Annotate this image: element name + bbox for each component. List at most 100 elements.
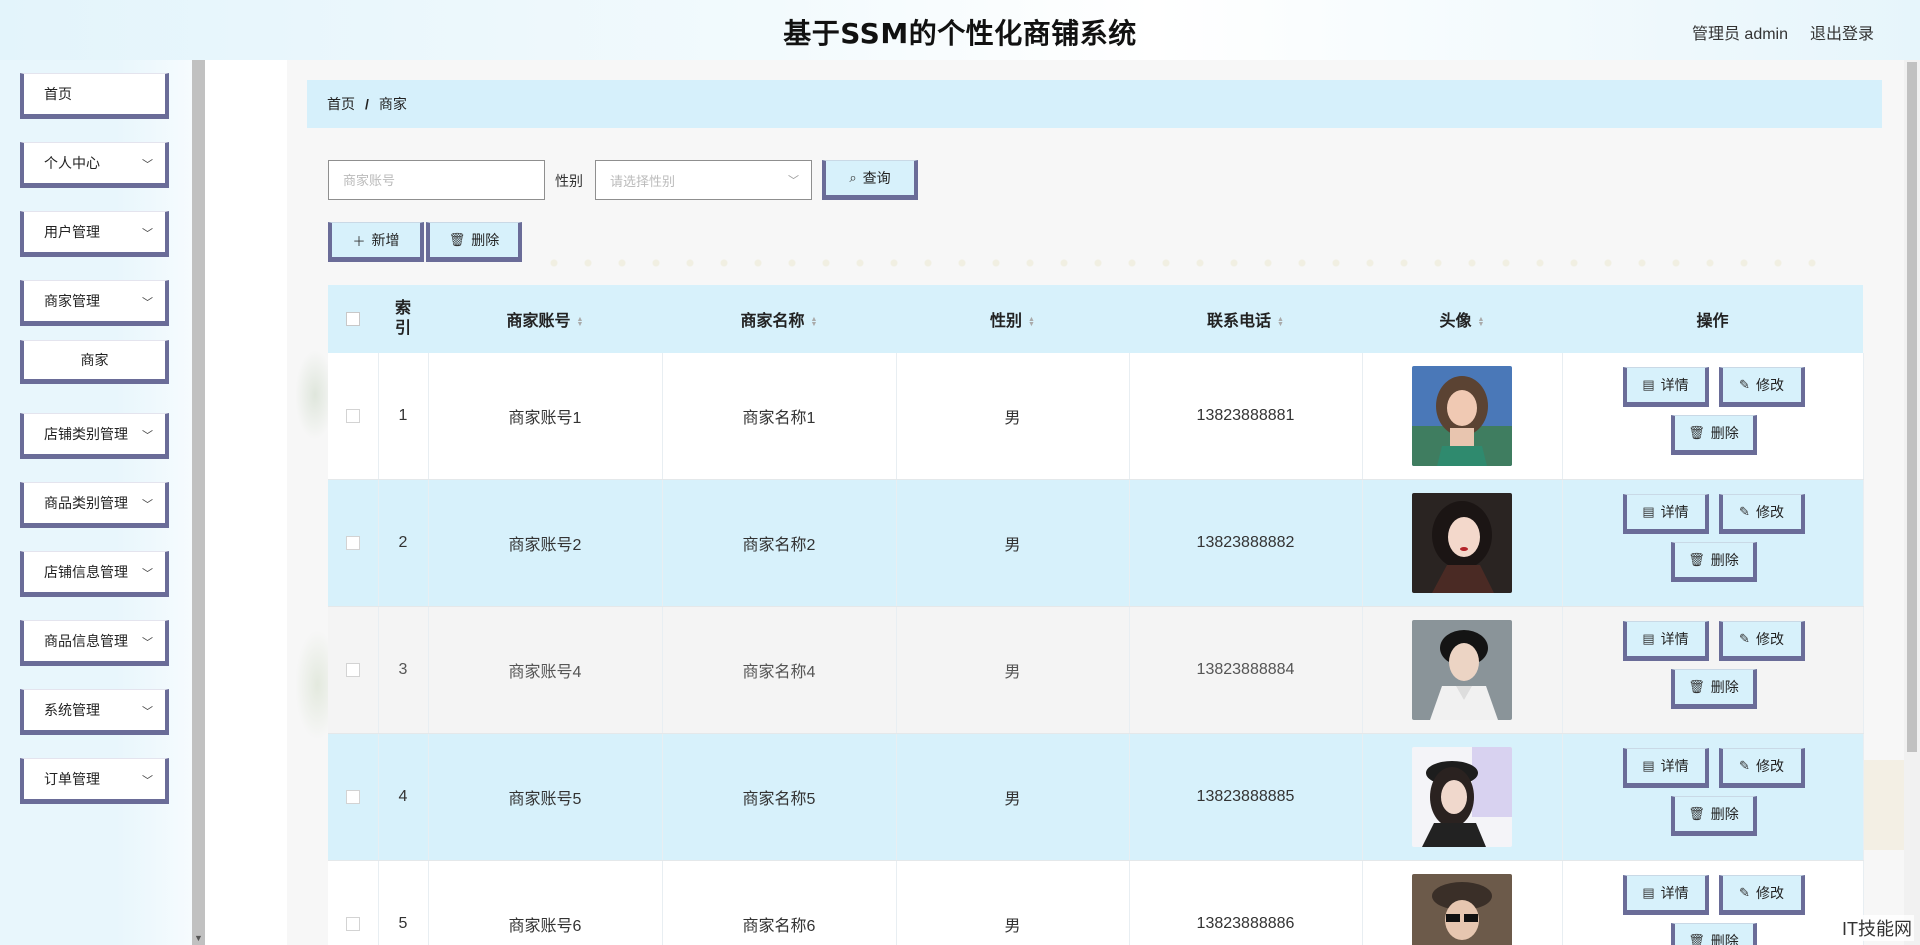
cell-phone: 13823888885 bbox=[1129, 733, 1363, 861]
top-bar: 基于SSM的个性化商铺系统 管理员 admin 退出登录 bbox=[0, 0, 1920, 60]
sidebar-item-label: 商品信息管理 bbox=[44, 633, 128, 649]
sort-icon[interactable]: ▲ ▼ bbox=[577, 316, 584, 328]
cell-index: 4 bbox=[378, 733, 429, 861]
detail-button-label: 详情 bbox=[1660, 885, 1689, 901]
query-button[interactable]: ⌕ 查询 bbox=[822, 160, 918, 200]
row-checkbox[interactable] bbox=[345, 408, 360, 423]
edit-button[interactable]: ✎ 修改 bbox=[1718, 367, 1805, 407]
delete-button[interactable]: 🗑 删除 bbox=[1670, 796, 1757, 836]
column-actions: 操作 bbox=[1562, 285, 1863, 353]
avatar[interactable] bbox=[1412, 874, 1512, 945]
decorative-dots bbox=[537, 255, 1837, 271]
edit-button[interactable]: ✎ 修改 bbox=[1718, 494, 1805, 534]
column-avatar[interactable]: 头像 ▲ ▼ bbox=[1362, 285, 1562, 353]
chevron-down-icon: ﹀ bbox=[142, 297, 153, 309]
trash-icon: 🗑 bbox=[1688, 552, 1705, 567]
table-row: 3 商家账号4 商家名称4 男 13823888884 ▤ 详情 ✎ 修改 🗑 … bbox=[328, 606, 1864, 734]
chevron-down-icon: ﹀ bbox=[142, 775, 153, 787]
column-label: 头像 bbox=[1439, 313, 1472, 330]
sidebar-item-label: 商家 bbox=[80, 352, 109, 368]
pencil-icon: ✎ bbox=[1739, 885, 1750, 900]
cell-actions: ▤ 详情 ✎ 修改 🗑 删除 bbox=[1562, 606, 1864, 734]
cell-name: 商家名称1 bbox=[662, 353, 897, 480]
merchant-table: 索 引 商家账号 ▲ ▼ 商家名称 ▲ ▼ 性别 ▲ ▼ 联系电话 ▲ ▼ 头像 ▲ ▼ 操作 1 … bbox=[328, 285, 1864, 945]
merchant-account-input[interactable] bbox=[328, 160, 545, 200]
sidebar-item-merchant-management[interactable]: 商家管理 ﹀ bbox=[20, 280, 169, 326]
cell-gender: 男 bbox=[896, 479, 1130, 607]
sidebar-item-label: 用户管理 bbox=[44, 224, 100, 240]
cell-name: 商家名称4 bbox=[662, 606, 897, 734]
cell-gender: 男 bbox=[896, 860, 1130, 945]
sort-icon[interactable]: ▲ ▼ bbox=[811, 316, 818, 328]
cell-actions: ▤ 详情 ✎ 修改 🗑 删除 bbox=[1562, 479, 1864, 607]
cell-account: 商家账号1 bbox=[428, 353, 663, 480]
detail-button[interactable]: ▤ 详情 bbox=[1622, 748, 1709, 788]
delete-button[interactable]: 🗑 删除 bbox=[1670, 415, 1757, 455]
sidebar-item-shop-info[interactable]: 店铺信息管理 ﹀ bbox=[20, 551, 169, 597]
chevron-down-icon: ﹀ bbox=[142, 568, 153, 580]
chevron-down-icon: ﹀ bbox=[142, 430, 153, 442]
chevron-down-icon: ﹀ bbox=[142, 159, 153, 171]
edit-button[interactable]: ✎ 修改 bbox=[1718, 621, 1805, 661]
sidebar-item-system[interactable]: 系统管理 ﹀ bbox=[20, 689, 169, 735]
sort-icon[interactable]: ▲ ▼ bbox=[1478, 316, 1485, 328]
column-account[interactable]: 商家账号 ▲ ▼ bbox=[428, 285, 662, 353]
column-name[interactable]: 商家名称 ▲ ▼ bbox=[662, 285, 896, 353]
pencil-icon: ✎ bbox=[1739, 504, 1750, 519]
column-gender[interactable]: 性别 ▲ ▼ bbox=[896, 285, 1129, 353]
sidebar-item-home[interactable]: 首页 bbox=[20, 73, 169, 119]
edit-button[interactable]: ✎ 修改 bbox=[1718, 748, 1805, 788]
avatar[interactable] bbox=[1412, 366, 1512, 466]
sidebar-item-personal-center[interactable]: 个人中心 ﹀ bbox=[20, 142, 169, 188]
sort-icon[interactable]: ▲ ▼ bbox=[1028, 316, 1035, 328]
row-checkbox[interactable] bbox=[345, 789, 360, 804]
scrollbar-thumb[interactable] bbox=[1907, 62, 1917, 752]
gender-select[interactable]: 请选择性别 ﹀ bbox=[595, 160, 812, 200]
chevron-down-icon: ﹀ bbox=[142, 637, 153, 649]
batch-delete-button[interactable]: 🗑 删除 bbox=[426, 222, 522, 262]
edit-button[interactable]: ✎ 修改 bbox=[1718, 875, 1805, 915]
delete-button[interactable]: 🗑 删除 bbox=[1670, 669, 1757, 709]
select-all-checkbox[interactable] bbox=[346, 311, 360, 326]
scroll-down-icon[interactable]: ▼ bbox=[194, 933, 203, 943]
sidebar-item-user-management[interactable]: 用户管理 ﹀ bbox=[20, 211, 169, 257]
breadcrumb-home[interactable]: 首页 bbox=[327, 94, 355, 114]
sidebar-subitem-merchant[interactable]: 商家 bbox=[20, 340, 169, 384]
column-label: 联系电话 bbox=[1207, 313, 1272, 330]
sidebar-item-label: 店铺类别管理 bbox=[44, 426, 128, 442]
detail-button[interactable]: ▤ 详情 bbox=[1622, 367, 1709, 407]
cell-name: 商家名称5 bbox=[662, 733, 897, 861]
cell-name: 商家名称6 bbox=[662, 860, 897, 945]
row-checkbox[interactable] bbox=[345, 535, 360, 550]
cell-avatar bbox=[1362, 353, 1563, 480]
sidebar-item-shop-category[interactable]: 店铺类别管理 ﹀ bbox=[20, 413, 169, 459]
cell-phone: 13823888882 bbox=[1129, 479, 1363, 607]
document-icon: ▤ bbox=[1642, 631, 1655, 646]
row-checkbox[interactable] bbox=[345, 916, 360, 931]
sidebar-item-label: 商品类别管理 bbox=[44, 495, 128, 511]
page-scrollbar[interactable] bbox=[1904, 60, 1920, 945]
avatar[interactable] bbox=[1412, 620, 1512, 720]
add-button[interactable]: ＋ 新增 bbox=[328, 222, 424, 262]
sidebar-item-product-info[interactable]: 商品信息管理 ﹀ bbox=[20, 620, 169, 666]
avatar[interactable] bbox=[1412, 493, 1512, 593]
sort-icon[interactable]: ▲ ▼ bbox=[1277, 316, 1284, 328]
cell-index: 5 bbox=[378, 860, 429, 945]
sidebar-item-product-category[interactable]: 商品类别管理 ﹀ bbox=[20, 482, 169, 528]
edit-button-label: 修改 bbox=[1755, 885, 1784, 901]
sidebar-item-orders[interactable]: 订单管理 ﹀ bbox=[20, 758, 169, 804]
delete-button[interactable]: 🗑 删除 bbox=[1670, 542, 1757, 582]
detail-button[interactable]: ▤ 详情 bbox=[1622, 875, 1709, 915]
gender-select-placeholder: 请选择性别 bbox=[610, 173, 676, 189]
delete-button-label: 删除 bbox=[1710, 933, 1739, 945]
delete-button[interactable]: 🗑 删除 bbox=[1670, 923, 1757, 945]
column-index-line1: 索 bbox=[394, 300, 411, 317]
detail-button[interactable]: ▤ 详情 bbox=[1622, 621, 1709, 661]
pencil-icon: ✎ bbox=[1739, 377, 1750, 392]
logout-link[interactable]: 退出登录 bbox=[1810, 20, 1874, 44]
row-checkbox[interactable] bbox=[345, 662, 360, 677]
detail-button[interactable]: ▤ 详情 bbox=[1622, 494, 1709, 534]
column-phone[interactable]: 联系电话 ▲ ▼ bbox=[1129, 285, 1362, 353]
avatar[interactable] bbox=[1412, 747, 1512, 847]
sidebar-scrollbar[interactable]: ▼ bbox=[192, 60, 205, 945]
